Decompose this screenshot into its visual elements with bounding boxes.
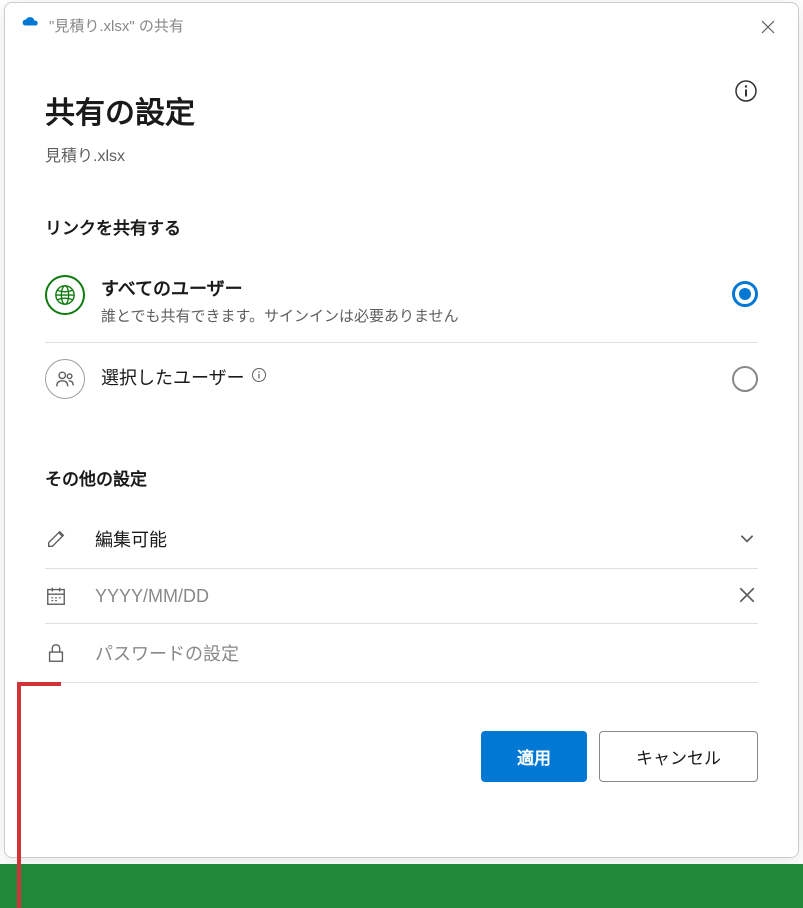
globe-icon bbox=[45, 275, 85, 315]
password-placeholder: パスワードの設定 bbox=[95, 640, 758, 666]
date-input-row[interactable]: YYYY/MM/DD bbox=[45, 569, 758, 624]
apply-button[interactable]: 適用 bbox=[481, 731, 587, 782]
password-input-row[interactable]: パスワードの設定 bbox=[45, 624, 758, 683]
permission-dropdown[interactable]: 編集可能 bbox=[45, 510, 758, 569]
share-settings-dialog: "見積り.xlsx" の共有 共有の設定 見積り.xlsx リンクを共有する bbox=[4, 2, 799, 858]
option-selected-users-title: 選択したユーザー bbox=[101, 364, 716, 390]
chevron-down-icon bbox=[738, 529, 758, 549]
title-bar: "見積り.xlsx" の共有 bbox=[5, 3, 798, 44]
radio-all-users[interactable] bbox=[732, 281, 758, 307]
cancel-button[interactable]: キャンセル bbox=[599, 731, 758, 782]
other-settings-label: その他の設定 bbox=[45, 465, 758, 490]
clear-date-button[interactable] bbox=[738, 586, 758, 606]
option-all-users-title: すべてのユーザー bbox=[101, 275, 716, 301]
date-placeholder: YYYY/MM/DD bbox=[95, 586, 710, 607]
option-all-users[interactable]: すべてのユーザー 誰とでも共有できます。サインインは必要ありません bbox=[45, 259, 758, 343]
bottom-bar bbox=[0, 864, 803, 908]
people-icon bbox=[45, 359, 85, 399]
close-button[interactable] bbox=[760, 19, 778, 37]
info-icon[interactable] bbox=[251, 367, 267, 388]
calendar-icon bbox=[45, 585, 67, 607]
share-section-label: リンクを共有する bbox=[45, 214, 758, 239]
permission-value: 編集可能 bbox=[95, 526, 710, 552]
page-heading: 共有の設定 bbox=[45, 88, 758, 132]
pencil-icon bbox=[45, 528, 67, 550]
onedrive-icon bbox=[21, 16, 41, 35]
file-name: 見積り.xlsx bbox=[45, 142, 758, 166]
radio-selected-users[interactable] bbox=[732, 366, 758, 392]
option-selected-users[interactable]: 選択したユーザー bbox=[45, 343, 758, 415]
info-button[interactable] bbox=[734, 79, 758, 103]
option-all-users-desc: 誰とでも共有できます。サインインは必要ありません bbox=[101, 305, 716, 326]
annotation-marker bbox=[17, 682, 61, 686]
lock-icon bbox=[45, 642, 67, 664]
title-bar-text: "見積り.xlsx" の共有 bbox=[49, 15, 184, 36]
annotation-marker-vertical bbox=[17, 682, 21, 908]
